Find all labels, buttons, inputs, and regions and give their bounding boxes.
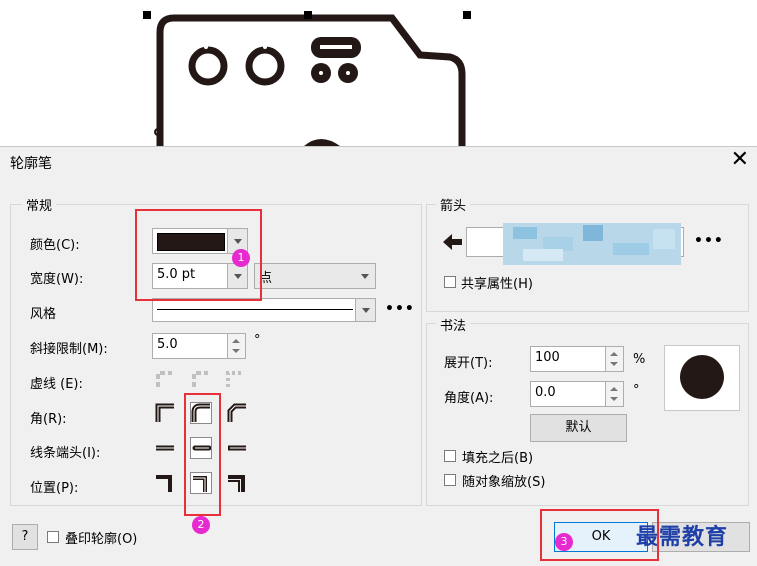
dash-icons: [156, 371, 242, 387]
chevron-down-icon[interactable]: [361, 274, 369, 279]
blurred-arrow-preview: [503, 223, 681, 265]
cap-square-icon[interactable]: [226, 437, 248, 459]
scale-with-object-checkbox[interactable]: [444, 474, 456, 486]
camera-drawing[interactable]: [0, 0, 757, 150]
help-button[interactable]: ?: [12, 524, 38, 550]
selection-node: [204, 45, 208, 49]
fill-behind-label: 填充之后(B): [462, 451, 534, 466]
style-label: 风格: [30, 307, 57, 322]
stretch-input[interactable]: 100: [530, 346, 624, 372]
position-outside-icon[interactable]: [154, 472, 176, 494]
dialog-title: 轮廓笔: [10, 156, 52, 172]
default-button[interactable]: 默认: [530, 414, 627, 442]
scale-with-object-label: 随对象缩放(S): [462, 475, 546, 490]
more-options-icon[interactable]: •••: [385, 301, 415, 317]
stretch-unit: %: [633, 352, 646, 367]
selection-handle: [143, 11, 151, 19]
drawing-canvas[interactable]: [0, 0, 757, 150]
arrow-more-options-icon[interactable]: •••: [694, 233, 724, 249]
corner-miter-icon[interactable]: [154, 402, 176, 424]
miter-input[interactable]: 5.0: [152, 333, 246, 359]
camera-lens-left: [188, 46, 228, 86]
color-label: 颜色(C):: [30, 238, 80, 253]
arrow-left-icon: [443, 234, 462, 250]
cap-butt-icon[interactable]: [154, 437, 176, 459]
angle-unit: °: [633, 383, 640, 398]
position-label: 位置(P):: [30, 481, 79, 496]
position-inside-icon[interactable]: [226, 472, 248, 494]
solid-line-preview: [157, 309, 353, 310]
selection-node: [263, 45, 267, 49]
nib-preview[interactable]: [664, 345, 740, 411]
miter-label: 斜接限制(M):: [30, 342, 108, 357]
stretch-label: 展开(T):: [444, 356, 493, 371]
annotation-badge-2: 2: [192, 516, 210, 534]
annotation-badge-1: 1: [232, 249, 250, 267]
stretch-value: 100: [535, 350, 560, 365]
miter-spinner[interactable]: [227, 334, 245, 358]
close-icon[interactable]: ✕: [731, 148, 749, 172]
angle-value: 0.0: [535, 385, 556, 400]
unit-select[interactable]: 点: [254, 263, 376, 289]
arrows-group-label: 箭头: [436, 195, 471, 214]
miter-unit: °: [254, 333, 261, 348]
nib-shape: [680, 355, 724, 399]
miter-value: 5.0: [157, 337, 178, 352]
camera-main-lens: [300, 139, 345, 150]
angle-spinner[interactable]: [605, 382, 623, 406]
overprint-label: 叠印轮廓(O): [65, 532, 138, 547]
style-select[interactable]: [152, 298, 376, 322]
general-group-label: 常规: [22, 195, 57, 214]
camera-lens-right: [245, 46, 285, 86]
chevron-down-icon[interactable]: [355, 299, 375, 321]
width-label: 宽度(W):: [30, 272, 84, 287]
annotation-box-2: [184, 393, 221, 516]
calligraphy-group-label: 书法: [436, 315, 471, 334]
dash-label: 虚线 (E):: [30, 377, 83, 392]
angle-label: 角度(A):: [444, 391, 494, 406]
outline-pen-dialog: 轮廓笔 ✕ 常规 颜色(C): 宽度(W): 5.0 pt 点 风格 ••• 斜…: [0, 146, 757, 566]
corner-label: 角(R):: [30, 412, 67, 427]
selection-handle: [304, 11, 312, 19]
selection-handle: [463, 11, 471, 19]
corner-bevel-icon[interactable]: [226, 402, 248, 424]
share-attributes-checkbox[interactable]: [444, 276, 456, 288]
overprint-checkbox[interactable]: [47, 531, 59, 543]
linecap-label: 线条端头(I):: [30, 446, 101, 461]
angle-input[interactable]: 0.0: [530, 381, 624, 407]
annotation-badge-3: 3: [555, 533, 573, 551]
stretch-spinner[interactable]: [605, 347, 623, 371]
fill-behind-checkbox[interactable]: [444, 450, 456, 462]
share-attributes-label: 共享属性(H): [461, 277, 533, 292]
